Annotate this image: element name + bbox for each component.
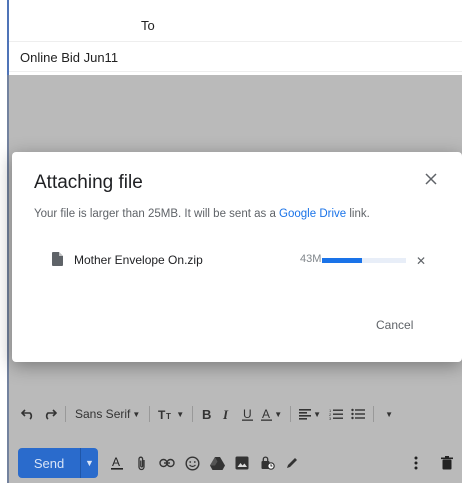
google-drive-icon[interactable] (206, 452, 228, 474)
svg-text:T: T (158, 408, 166, 420)
emoji-icon[interactable] (181, 452, 203, 474)
insert-link-icon[interactable] (156, 452, 178, 474)
file-size: 43M (300, 253, 322, 265)
text-color-icon[interactable]: A ▼ (258, 404, 285, 424)
font-size-icon[interactable]: T T ▼ (155, 404, 187, 424)
redo-icon[interactable] (40, 404, 60, 424)
toolbar-divider (290, 406, 292, 422)
svg-text:A: A (112, 456, 120, 469)
file-name: Mother Envelope On.zip (74, 253, 203, 267)
subject-text[interactable]: Online Bid Jun11 (20, 50, 118, 65)
svg-text:I: I (222, 408, 229, 420)
toolbar-divider (65, 406, 66, 422)
chevron-down-icon: ▼ (313, 409, 322, 419)
to-label: To (141, 18, 155, 33)
undo-icon[interactable] (18, 404, 38, 424)
formatting-toolbar: Sans Serif ▼ T T ▼ B I U A ▼ ▼ 123 ▼ (18, 402, 458, 426)
toolbar-divider (192, 406, 194, 422)
attachment-row: Mother Envelope On.zip 43M ✕ (52, 250, 432, 270)
subject-field-row[interactable]: Online Bid Jun11 (9, 42, 462, 72)
numbered-list-icon[interactable]: 123 (326, 404, 346, 424)
close-icon[interactable] (424, 172, 440, 188)
action-bar-right (402, 452, 458, 474)
dialog-message-text: Your file is larger than 25MB. It will b… (34, 208, 280, 220)
file-icon (52, 252, 63, 271)
italic-icon[interactable]: I (218, 404, 236, 424)
attach-file-icon[interactable] (131, 452, 153, 474)
upload-progress-fill (322, 258, 363, 263)
dialog-title: Attaching file (34, 172, 143, 193)
bulleted-list-icon[interactable] (348, 404, 368, 424)
signature-pen-icon[interactable] (281, 452, 303, 474)
more-options-icon[interactable] (405, 452, 427, 474)
dialog-message-end: link. (346, 208, 370, 220)
align-icon[interactable]: ▼ (296, 404, 324, 424)
trash-icon[interactable] (436, 452, 458, 474)
send-button[interactable]: Send (18, 448, 80, 478)
toolbar-divider (149, 406, 151, 422)
to-field-row[interactable]: To (9, 8, 462, 42)
svg-text:U: U (243, 408, 252, 421)
cancel-button[interactable]: Cancel (376, 318, 413, 332)
chevron-down-icon: ▼ (176, 409, 185, 419)
underline-icon[interactable]: U (238, 404, 256, 424)
attaching-file-dialog: Attaching file Your file is larger than … (12, 152, 462, 362)
font-family-select[interactable]: Sans Serif ▼ (71, 404, 144, 424)
remove-attachment-icon[interactable]: ✕ (416, 254, 426, 268)
chevron-down-icon: ▼ (385, 409, 393, 419)
toolbar-divider (373, 406, 375, 422)
svg-text:T: T (166, 412, 171, 420)
upload-progress-bar (322, 258, 406, 263)
compose-action-bar: Send ▼ A (18, 447, 458, 479)
formatting-options-icon[interactable]: A (106, 452, 128, 474)
chevron-down-icon: ▼ (274, 409, 283, 419)
confidential-mode-icon[interactable] (256, 452, 278, 474)
svg-text:B: B (202, 408, 211, 420)
chevron-down-icon: ▼ (132, 409, 141, 419)
send-options-button[interactable]: ▼ (80, 448, 98, 478)
svg-text:3: 3 (329, 416, 332, 420)
font-family-label: Sans Serif (75, 407, 131, 421)
dialog-message: Your file is larger than 25MB. It will b… (34, 208, 370, 220)
more-formatting-icon[interactable]: ▼ (379, 404, 397, 424)
google-drive-link[interactable]: Google Drive (279, 208, 346, 220)
svg-text:A: A (262, 408, 270, 421)
insert-photo-icon[interactable] (231, 452, 253, 474)
bold-icon[interactable]: B (198, 404, 216, 424)
